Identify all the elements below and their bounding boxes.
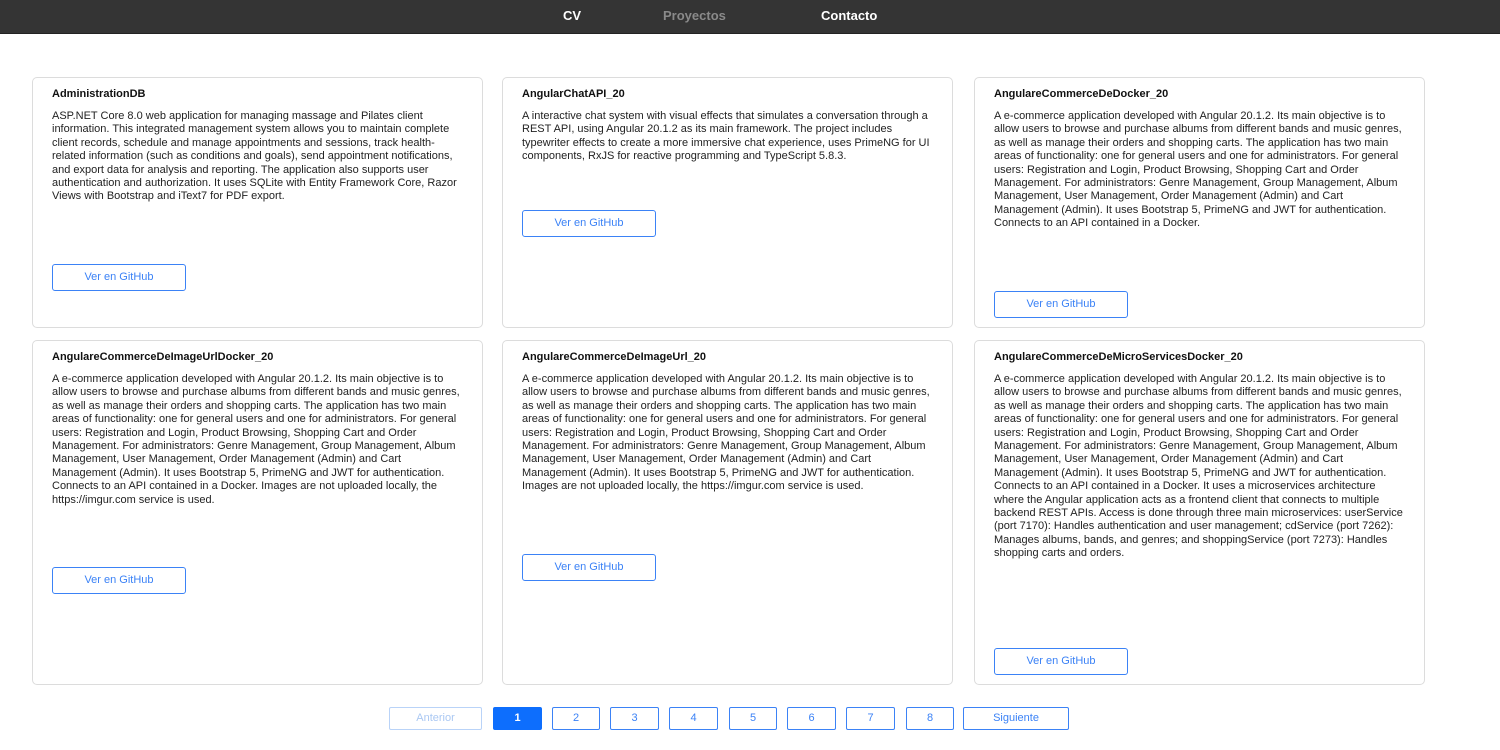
nav-link-cv[interactable]: CV xyxy=(563,8,581,23)
project-description: A e-commerce application developed with … xyxy=(994,373,1403,560)
project-title: AngularChatAPI_20 xyxy=(522,88,625,100)
project-description: A e-commerce application developed with … xyxy=(994,110,1402,230)
project-description: A e-commerce application developed with … xyxy=(522,373,930,493)
project-card: AngulareCommerceDeImageUrlDocker_20 A e-… xyxy=(32,340,483,685)
pagination-page-1[interactable]: 1 xyxy=(493,707,542,730)
top-navbar: CV Proyectos Contacto xyxy=(0,0,1500,34)
project-title: AngulareCommerceDeImageUrlDocker_20 xyxy=(52,351,274,363)
view-on-github-button[interactable]: Ver en GitHub xyxy=(52,567,186,594)
project-description: ASP.NET Core 8.0 web application for man… xyxy=(52,110,457,203)
pagination-page-4[interactable]: 4 xyxy=(669,707,718,730)
pagination-page-3[interactable]: 3 xyxy=(610,707,659,730)
nav-link-projects[interactable]: Proyectos xyxy=(663,8,726,23)
nav-link-contact[interactable]: Contacto xyxy=(821,8,877,23)
project-title: AdministrationDB xyxy=(52,88,146,100)
pagination-page-2[interactable]: 2 xyxy=(552,707,600,730)
project-title: AngulareCommerceDeImageUrl_20 xyxy=(522,351,707,363)
view-on-github-button[interactable]: Ver en GitHub xyxy=(522,210,656,237)
pagination-next-button[interactable]: Siguiente xyxy=(963,707,1069,730)
pagination-prev-button[interactable]: Anterior xyxy=(389,707,482,730)
project-card: AngulareCommerceDeImageUrl_20 A e-commer… xyxy=(502,340,953,685)
project-description: A interactive chat system with visual ef… xyxy=(522,110,930,163)
project-title: AngulareCommerceDeMicroServicesDocker_20 xyxy=(994,351,1243,363)
view-on-github-button[interactable]: Ver en GitHub xyxy=(52,264,186,291)
pagination-page-7[interactable]: 7 xyxy=(846,707,895,730)
project-card: AngularChatAPI_20 A interactive chat sys… xyxy=(502,77,953,328)
project-title: AngulareCommerceDeDocker_20 xyxy=(994,88,1169,100)
project-card: AdministrationDB ASP.NET Core 8.0 web ap… xyxy=(32,77,483,328)
pagination-page-6[interactable]: 6 xyxy=(787,707,836,730)
pagination-page-5[interactable]: 5 xyxy=(729,707,777,730)
view-on-github-button[interactable]: Ver en GitHub xyxy=(994,648,1128,675)
view-on-github-button[interactable]: Ver en GitHub xyxy=(994,291,1128,318)
project-card: AngulareCommerceDeDocker_20 A e-commerce… xyxy=(974,77,1425,328)
view-on-github-button[interactable]: Ver en GitHub xyxy=(522,554,656,581)
project-card: AngulareCommerceDeMicroServicesDocker_20… xyxy=(974,340,1425,685)
project-description: A e-commerce application developed with … xyxy=(52,373,460,506)
pagination-page-8[interactable]: 8 xyxy=(906,707,954,730)
